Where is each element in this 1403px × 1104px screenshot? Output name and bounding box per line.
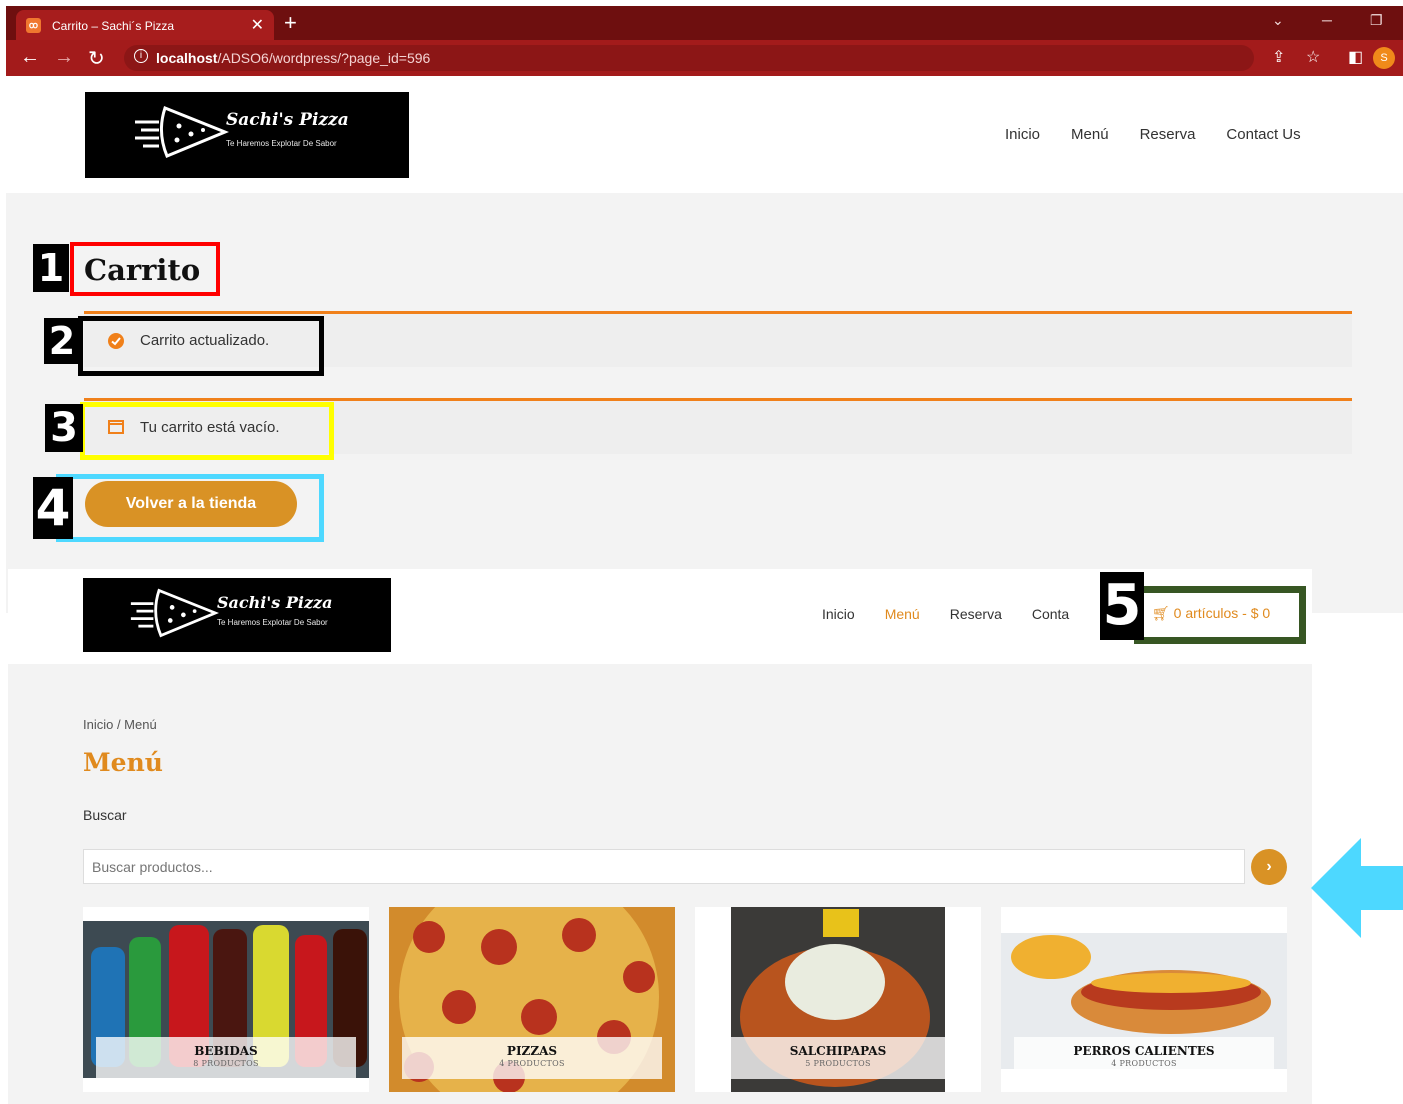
annotation-box-5 [1134, 586, 1306, 644]
main-nav-2: Inicio Menú Reserva Conta [822, 606, 1069, 622]
annotation-label-1: 1 [33, 244, 69, 292]
nav-contact-truncated[interactable]: Conta [1032, 606, 1069, 622]
url-path: /ADSO6/wordpress/?page_id=596 [217, 50, 431, 66]
tab-bar: ꝏ Carrito – Sachi´s Pizza ✕ + ⌄ ─ ❐ [6, 6, 1403, 40]
annotation-label-4: 4 [33, 477, 73, 539]
category-label: BEBIDAS 8 PRODUCTOS [96, 1037, 356, 1079]
reload-icon[interactable]: ↻ [88, 46, 105, 71]
category-count: 5 PRODUCTOS [805, 1059, 871, 1068]
menu-page-title: Menú [83, 748, 163, 777]
logo-title: Sachi's Pizza [217, 593, 333, 612]
nav-reserva[interactable]: Reserva [1140, 126, 1196, 143]
nav-inicio[interactable]: Inicio [822, 606, 855, 622]
category-name: SALCHIPAPAS [789, 1044, 887, 1058]
category-card-bebidas[interactable]: BEBIDAS 8 PRODUCTOS [83, 907, 369, 1092]
category-count: 8 PRODUCTOS [193, 1059, 259, 1068]
nav-menu[interactable]: Menú [1071, 126, 1109, 143]
profile-avatar[interactable]: S [1373, 47, 1395, 69]
category-label: PIZZAS 4 PRODUCTOS [402, 1037, 662, 1079]
annotation-box-2 [78, 316, 324, 376]
pointer-arrow-icon [1311, 838, 1403, 938]
back-icon[interactable]: ← [20, 46, 40, 69]
category-label: PERROS CALIENTES 4 PRODUCTOS [1014, 1037, 1274, 1079]
annotation-label-5: 5 [1100, 572, 1144, 640]
category-card-perros-calientes[interactable]: PERROS CALIENTES 4 PRODUCTOS [1001, 907, 1287, 1092]
category-name: PERROS CALIENTES [1073, 1044, 1215, 1058]
xampp-favicon-icon: ꝏ [26, 18, 41, 33]
sidepanel-icon[interactable]: ◧ [1348, 47, 1363, 67]
pizza-slice-icon [130, 588, 219, 638]
restore-icon[interactable]: ❐ [1370, 12, 1383, 29]
annotation-label-3: 3 [45, 404, 83, 452]
category-card-pizzas[interactable]: PIZZAS 4 PRODUCTOS [389, 907, 675, 1092]
info-icon[interactable]: i [134, 49, 148, 63]
url-field[interactable]: i localhost/ADSO6/wordpress/?page_id=596 [124, 45, 1254, 71]
close-tab-icon[interactable]: ✕ [251, 15, 264, 35]
pizza-slice-icon [135, 106, 229, 158]
search-submit-button[interactable]: › [1251, 849, 1287, 885]
minimize-icon[interactable]: ─ [1322, 12, 1332, 28]
main-nav: Inicio Menú Reserva Contact Us [1005, 126, 1301, 143]
address-bar: ← → ↻ i localhost/ADSO6/wordpress/?page_… [6, 40, 1403, 76]
category-label: SALCHIPAPAS 5 PRODUCTOS [708, 1037, 968, 1079]
nav-reserva[interactable]: Reserva [950, 606, 1002, 622]
category-name: BEBIDAS [194, 1044, 258, 1058]
url-text: localhost/ADSO6/wordpress/?page_id=596 [156, 50, 430, 66]
tab-search-icon[interactable]: ⌄ [1272, 12, 1284, 29]
star-icon[interactable]: ☆ [1306, 47, 1320, 67]
category-card-salchipapas[interactable]: SALCHIPAPAS 5 PRODUCTOS [695, 907, 981, 1092]
site-logo[interactable]: Sachi's Pizza Te Haremos Explotar De Sab… [85, 92, 409, 178]
tab-title: Carrito – Sachi´s Pizza [52, 19, 175, 33]
nav-menu-active[interactable]: Menú [885, 606, 920, 622]
annotation-box-3 [80, 402, 334, 460]
site-logo-2[interactable]: Sachi's Pizza Te Haremos Explotar De Sab… [83, 578, 391, 652]
product-search-input[interactable] [83, 849, 1245, 884]
new-tab-icon[interactable]: + [284, 10, 297, 36]
browser-tab[interactable]: ꝏ Carrito – Sachi´s Pizza ✕ [16, 10, 274, 40]
category-count: 4 PRODUCTOS [499, 1059, 565, 1068]
category-name: PIZZAS [506, 1044, 558, 1058]
search-label: Buscar [83, 807, 127, 823]
logo-tagline: Te Haremos Explotar De Sabor [226, 139, 337, 148]
annotation-box-4 [56, 474, 324, 542]
logo-tagline: Te Haremos Explotar De Sabor [217, 618, 328, 627]
browser-window: ꝏ Carrito – Sachi´s Pizza ✕ + ⌄ ─ ❐ ← → … [6, 6, 1403, 76]
share-icon[interactable]: ⇪ [1272, 47, 1285, 67]
annotation-label-2: 2 [44, 318, 80, 364]
breadcrumb[interactable]: Inicio / Menú [83, 717, 157, 732]
category-count: 4 PRODUCTOS [1111, 1059, 1177, 1068]
logo-title: Sachi's Pizza [226, 110, 349, 130]
nav-contact-us[interactable]: Contact Us [1226, 126, 1300, 143]
url-host: localhost [156, 50, 218, 66]
annotation-box-1 [70, 242, 220, 296]
nav-inicio[interactable]: Inicio [1005, 126, 1040, 143]
forward-icon[interactable]: → [54, 46, 74, 69]
